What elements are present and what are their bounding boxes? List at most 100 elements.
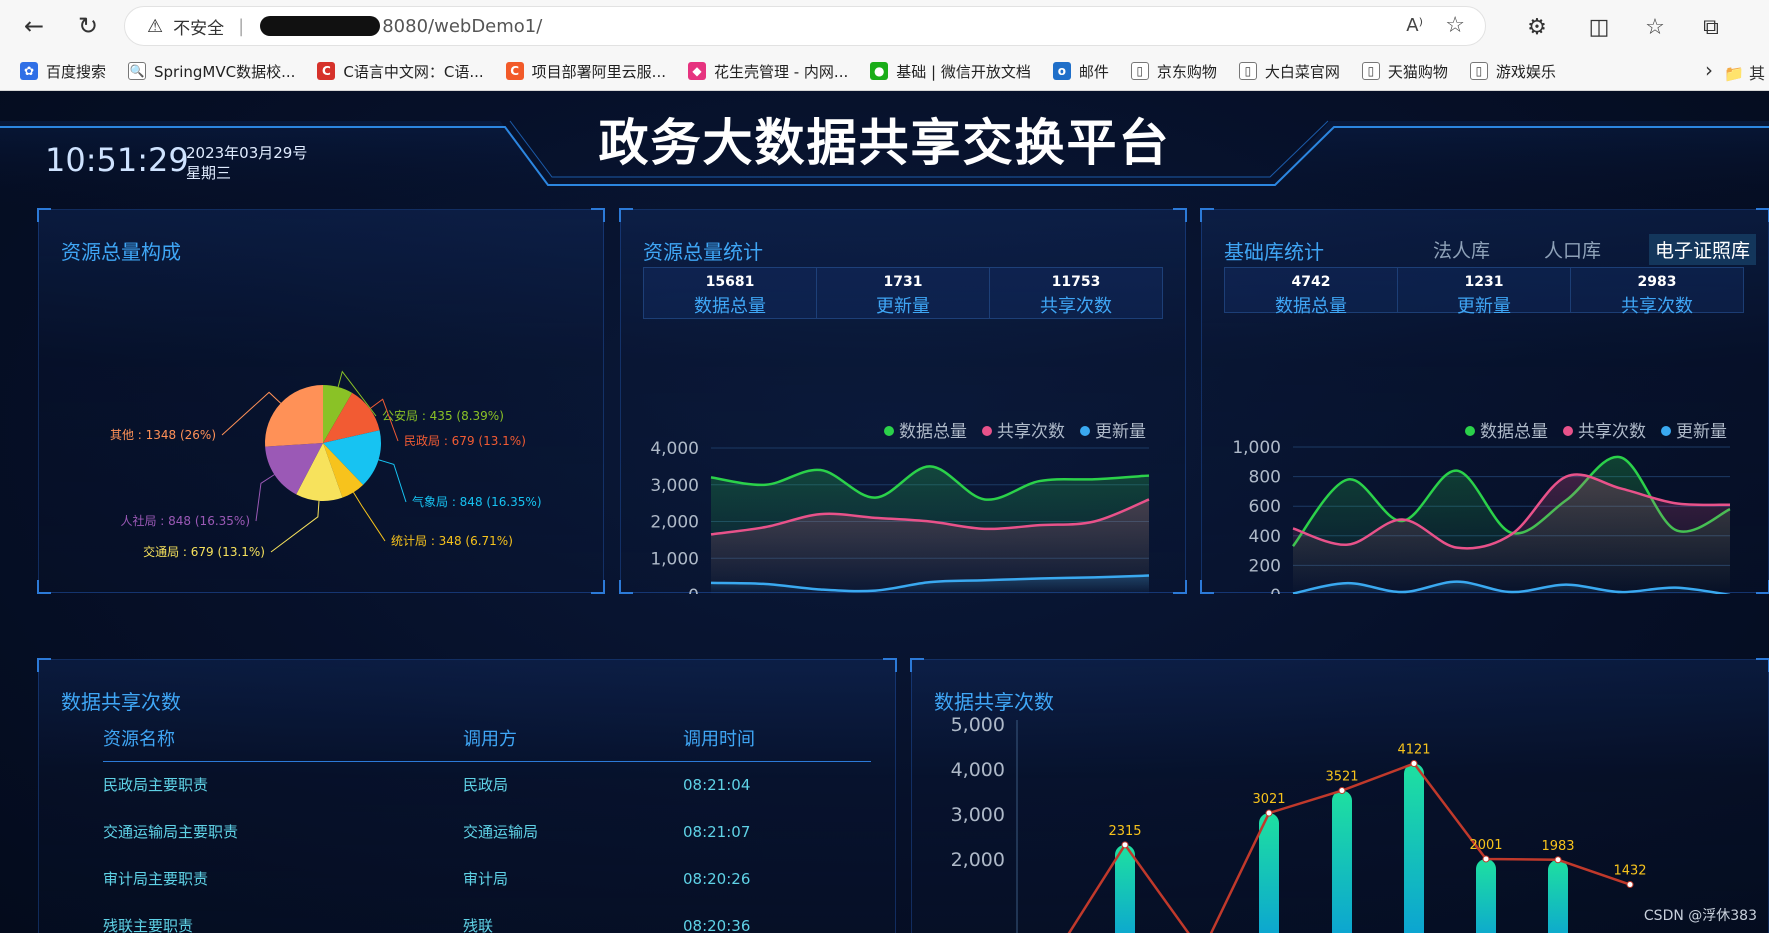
bookmark-label: 天猫购物 (1387, 62, 1448, 81)
bar-value-label: 3521 (1325, 770, 1358, 785)
share-table-panel: 数据共享次数 资源名称 调用方 调用时间 民政局主要职责 民政局 08:21:04 交通运… (37, 658, 897, 933)
pie-label-line (270, 500, 320, 553)
bookmark-item[interactable]: ◆ 花生壳管理 - 内网... (687, 61, 848, 82)
pie-panel: 资源总量构成 公安局 : 435 (8.39%) 民政局 : 679 (13.1%… (37, 208, 605, 594)
legend-label: 更新量 (1095, 422, 1146, 442)
warning-icon: ⚠ (147, 15, 164, 37)
address-separator: | (238, 15, 245, 37)
base-panel: 基础库统计 法人库 人口库 电子证照库 4742 数据总量 1231 更新量 2983 共享次… (1200, 208, 1769, 594)
trend-point (1410, 760, 1418, 768)
bookmark-label: 京东购物 (1156, 62, 1217, 81)
table-cell: 残联 (463, 917, 494, 933)
y-tick-label: 200 (1249, 556, 1281, 576)
clock: 10:51:29 (45, 141, 189, 179)
table-row: 民政局主要职责 民政局 08:21:04 (103, 761, 871, 808)
legend-swatch (1661, 426, 1671, 436)
favorites-icon[interactable]: ☆ (1640, 12, 1670, 42)
y-tick-label: 1,000 (650, 549, 699, 569)
share-table-title: 数据共享次数 (61, 690, 181, 714)
bookmark-icon: o (1052, 62, 1071, 80)
legend-swatch (1465, 426, 1475, 436)
resource-line-chart: 01,0002,0003,0004,0001月2月3月4月5月6月7月8月9月更… (650, 422, 1150, 594)
bookmark-item[interactable]: ▯ 京东购物 (1130, 61, 1217, 82)
table-cell: 民政局 (463, 776, 509, 795)
trend-point (1265, 809, 1273, 817)
share-table-header: 资源名称 调用方 调用时间 (103, 715, 871, 762)
legend-label: 数据总量 (899, 422, 967, 442)
resource-panel: 资源总量统计 15681数据总量1731更新量11753共享次数 01,0002… (619, 208, 1187, 594)
pie-slice[interactable] (265, 385, 323, 447)
y-tick-label: 4,000 (650, 439, 699, 459)
favorite-add-icon[interactable]: ☆ (1445, 13, 1465, 38)
bookmark-item[interactable]: ▯ 游戏娱乐 (1469, 61, 1556, 82)
pie-label-line (378, 459, 407, 503)
pie-label: 其他 : 1348 (26%) (110, 428, 216, 442)
table-row: 交通运输局主要职责 交通运输局 08:21:07 (103, 808, 871, 855)
bar[interactable] (1404, 763, 1424, 933)
legend-label: 更新量 (1676, 422, 1727, 442)
table-cell: 审计局 (463, 870, 509, 888)
weekday-text: 星期三 (186, 164, 232, 182)
trend-point (1482, 855, 1490, 863)
bar-value-label: 2001 (1469, 838, 1502, 853)
bookmark-label: SpringMVC数据校... (154, 62, 296, 81)
bookmark-item[interactable]: C 项目部署阿里云服... (505, 61, 666, 82)
y-tick-label: 0 (1270, 586, 1281, 594)
pie-label: 公安局 : 435 (8.39%) (382, 408, 504, 423)
bookmark-label: 百度搜索 (46, 62, 107, 81)
address-bar[interactable]: ⚠ 不安全 | 8080/webDemo1/ A⁾ ☆ (124, 6, 1486, 46)
bookmark-item[interactable]: ▯ 天猫购物 (1361, 61, 1448, 82)
pie-label-line (353, 492, 386, 542)
bookmark-item[interactable]: 🔍 SpringMVC数据校... (128, 61, 295, 82)
bookmark-item[interactable]: ▯ 大白菜官网 (1238, 61, 1340, 82)
y-tick-label: 4,000 (951, 759, 1005, 781)
bar[interactable] (1476, 858, 1496, 933)
legend-swatch (1563, 426, 1573, 436)
insecure-label: 不安全 (173, 18, 225, 39)
bookmark-label: 基础 | 微信开放文档 (896, 62, 1031, 81)
browser-chrome: ← ↻ ⚠ 不安全 | 8080/webDemo1/ A⁾ ☆ ⚙ ◫ ☆ ⧉ … (0, 0, 1769, 91)
bookmark-icon: C (317, 62, 336, 80)
share-table: 资源名称 调用方 调用时间 民政局主要职责 民政局 08:21:04 交通运输局主要职责交… (103, 715, 871, 933)
collections-icon[interactable]: ⧉ (1696, 12, 1726, 42)
legend-swatch (884, 426, 894, 436)
bookmark-folder-label: 其 (1748, 64, 1765, 83)
bookmark-item[interactable]: ✿ 百度搜索 (20, 61, 106, 82)
trend-point (1121, 841, 1129, 849)
bar[interactable] (1259, 813, 1279, 933)
pie-label: 民政局 : 679 (13.1%) (404, 434, 526, 448)
bookmark-item[interactable]: C C语言中文网：C语... (317, 61, 484, 82)
split-screen-icon[interactable]: ◫ (1584, 12, 1614, 42)
bookmark-label: C语言中文网：C语... (343, 62, 484, 81)
y-tick-label: 2,000 (650, 513, 699, 533)
url-text: 8080/webDemo1/ (382, 15, 543, 37)
bookmark-icon: 🔍 (128, 62, 147, 80)
bookmarks-more-icon[interactable]: › (1705, 58, 1713, 82)
address-row: ← ↻ ⚠ 不安全 | 8080/webDemo1/ A⁾ ☆ ⚙ ◫ ☆ ⧉ (0, 0, 1769, 52)
read-aloud-icon[interactable]: A⁾ (1406, 15, 1423, 36)
bookmark-icon: ✿ (20, 62, 38, 80)
y-tick-label: 3,000 (650, 476, 699, 496)
bar[interactable] (1548, 859, 1568, 933)
bookmark-item[interactable]: ● 基础 | 微信开放文档 (870, 61, 1031, 82)
redacted-host (260, 16, 381, 36)
bar-value-label: 2315 (1108, 824, 1141, 839)
table-cell: 交通运输局 (463, 823, 539, 841)
base-line-chart: 02004006008001,0001月2月3月4月5月6月7月8月9月更新量共… (1232, 422, 1731, 594)
back-icon[interactable]: ← (16, 8, 52, 44)
refresh-icon[interactable]: ↻ (70, 8, 106, 44)
bookmark-icon: ▯ (1130, 62, 1149, 80)
pie-label: 统计局 : 348 (6.71%) (391, 534, 513, 548)
bookmark-icon: ▯ (1469, 62, 1488, 80)
bookmark-item[interactable]: o 邮件 (1052, 61, 1109, 82)
bookmark-folder[interactable]: 📁 其 (1724, 60, 1765, 84)
table-cell: 08:20:26 (683, 869, 751, 888)
bookmark-icon: ● (870, 62, 889, 80)
bookmark-label: 项目部署阿里云服... (531, 62, 666, 81)
table-row: 残联主要职责 残联 08:20:36 (103, 902, 871, 933)
table-row: 审计局主要职责 审计局 08:20:26 (103, 855, 871, 902)
extensions-icon[interactable]: ⚙ (1522, 12, 1552, 42)
table-cell: 08:21:07 (683, 822, 751, 841)
bar[interactable] (1332, 790, 1352, 933)
table-cell: 残联主要职责 (103, 917, 194, 933)
